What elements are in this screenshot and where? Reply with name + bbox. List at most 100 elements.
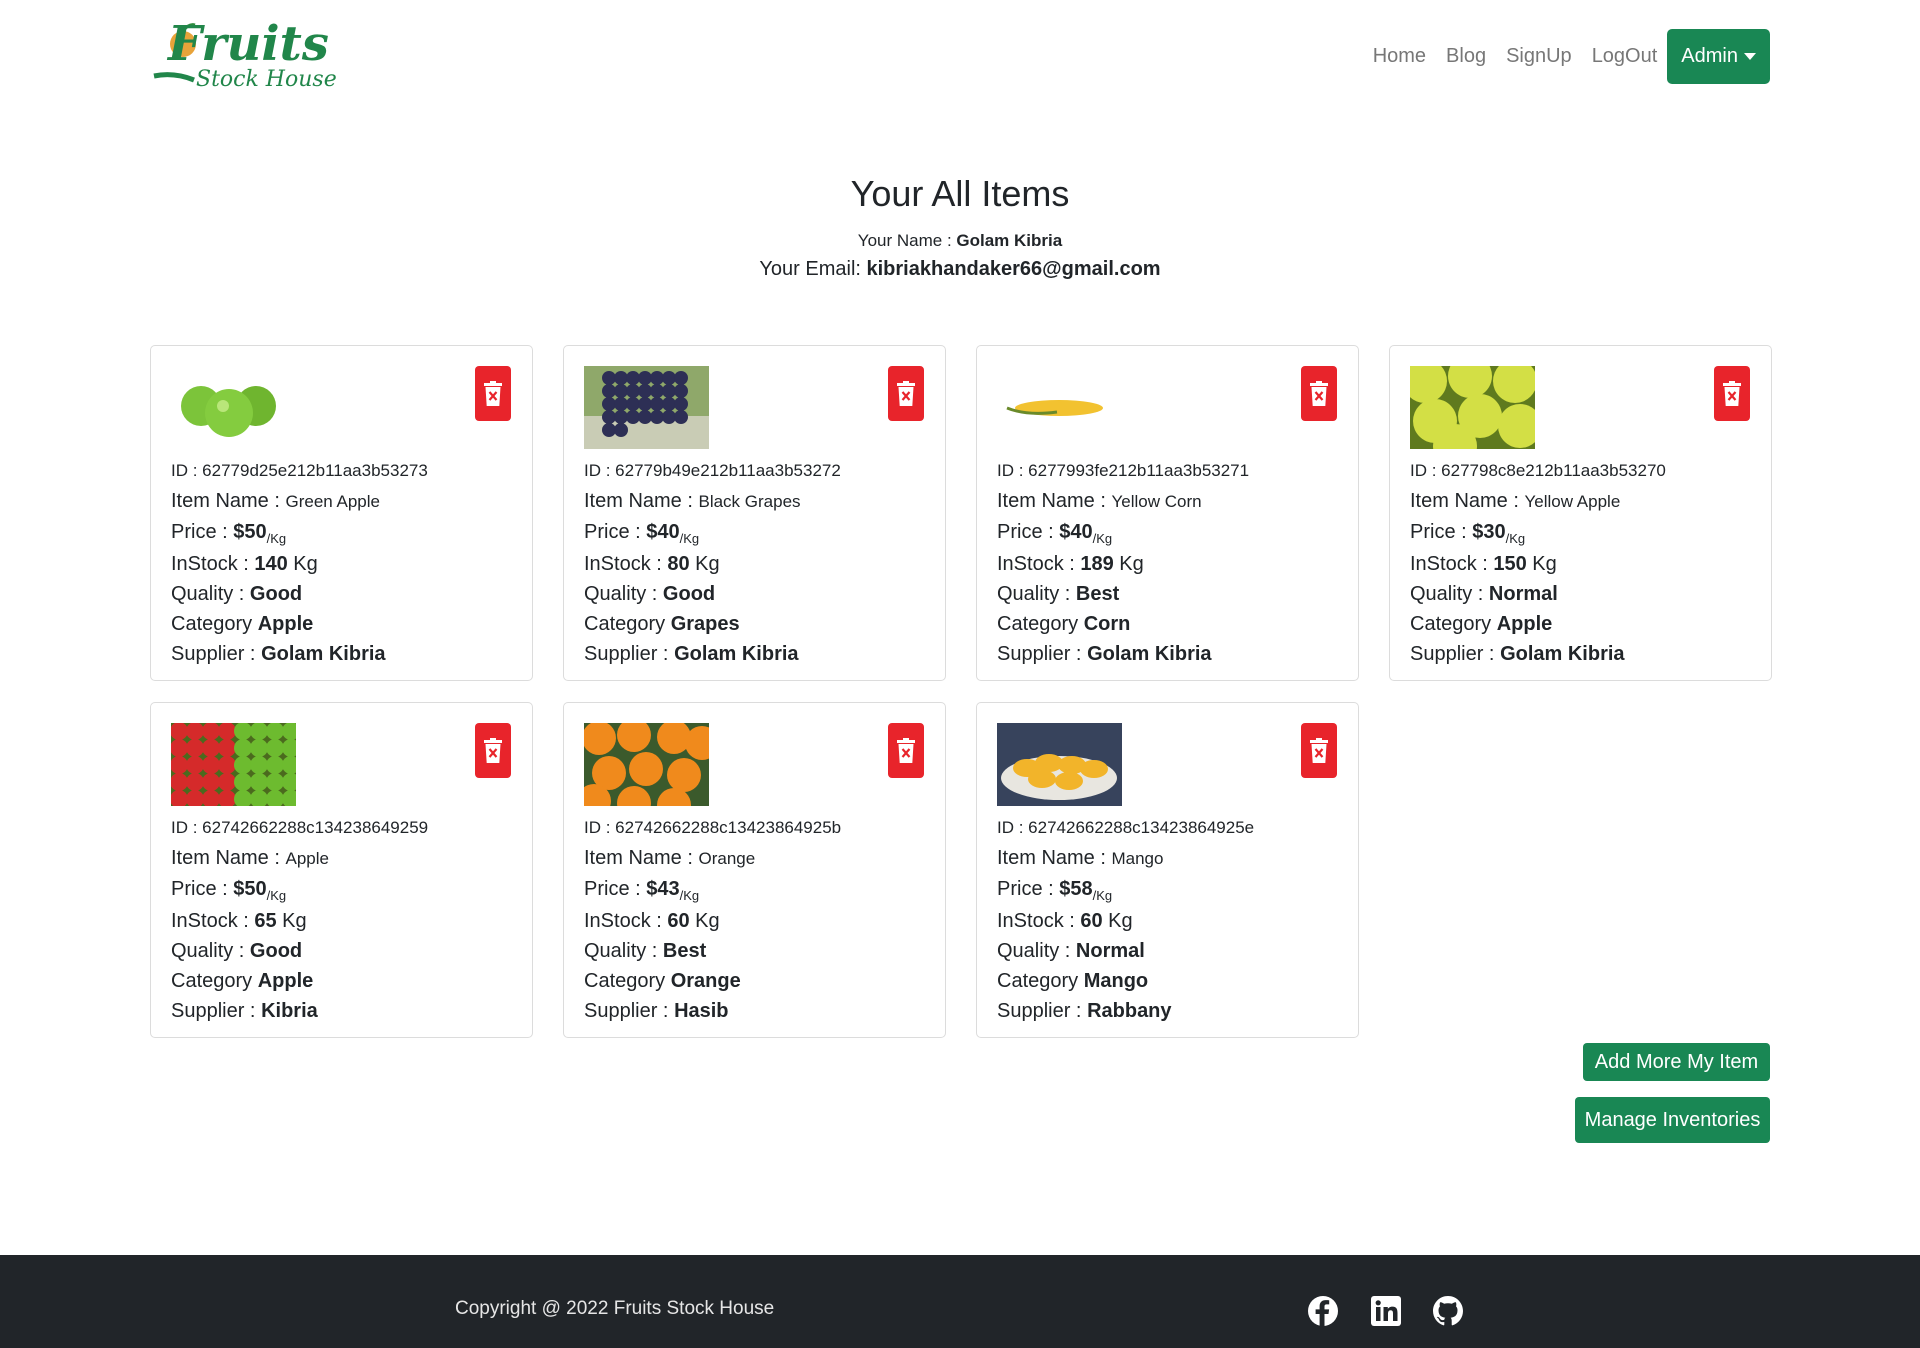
instock-label: InStock : [171,553,255,575]
item-card: ID : 627798c8e212b11aa3b53270 Item Name … [1389,345,1772,681]
delete-button[interactable] [1301,366,1337,421]
item-image-oranges [584,723,709,806]
nav-signup[interactable]: SignUp [1506,45,1572,68]
category-label: Category [171,613,258,635]
item-image-yellow-apple [1410,366,1535,449]
id-label: ID : [171,461,203,480]
delete-button[interactable] [475,366,511,421]
item-name-line: Item Name : Yellow Apple [1410,486,1751,517]
item-quality: Good [249,940,303,962]
item-supplier-line: Supplier : Golam Kibria [997,639,1338,669]
category-label: Category [997,613,1084,635]
item-price-line: Price : $58/Kg [997,874,1338,906]
item-category-line: Category Orange [584,966,925,996]
item-price-line: Price : $40/Kg [584,517,925,549]
admin-label: Admin [1681,45,1738,67]
id-label: ID : [584,461,616,480]
supplier-label: Supplier : [997,1000,1088,1022]
email-label: Your Email: [759,258,867,280]
item-name-label: Item Name : [1410,490,1525,512]
item-price: $43 [646,878,680,900]
item-id-line: ID : 62779d25e212b11aa3b53273 [171,456,512,486]
facebook-icon[interactable] [1307,1295,1339,1327]
svg-text:Stock House: Stock House [196,67,337,92]
delete-button[interactable] [1301,723,1337,778]
category-label: Category [997,970,1084,992]
nav-home[interactable]: Home [1373,45,1426,68]
item-name-label: Item Name : [171,847,286,869]
id-label: ID : [584,818,616,837]
price-label: Price : [584,878,647,900]
item-instock-line: InStock : 189 Kg [997,549,1338,579]
item-price: $50 [233,521,267,543]
trash-icon [1723,380,1741,406]
item-instock: 189 [1080,553,1114,575]
item-card: ID : 62742662288c13423864925e Item Name … [976,702,1359,1038]
trash-icon [484,737,502,763]
item-card: ID : 6277993fe212b11aa3b53271 Item Name … [976,345,1359,681]
instock-label: InStock : [584,553,668,575]
item-name-line: Item Name : Apple [171,843,512,874]
supplier-label: Supplier : [584,643,675,665]
manage-inventories-button[interactable]: Manage Inventories [1575,1097,1770,1143]
item-image-mixed-apples [171,723,296,806]
instock-unit: Kg [1102,910,1133,932]
item-instock: 60 [1080,910,1103,932]
admin-dropdown-button[interactable]: Admin [1667,29,1770,84]
item-name-label: Item Name : [584,490,699,512]
item-category-line: Category Apple [1410,609,1751,639]
quality-label: Quality : [171,940,250,962]
item-supplier: Golam Kibria [1087,643,1212,665]
item-id-line: ID : 62742662288c13423864925b [584,813,925,843]
item-instock: 60 [667,910,690,932]
item-instock: 140 [254,553,288,575]
linkedin-icon[interactable] [1370,1295,1402,1327]
item-instock-line: InStock : 150 Kg [1410,549,1751,579]
item-quality: Normal [1488,583,1558,605]
user-name: Golam Kibria [956,231,1063,250]
item-name: Yellow Apple [1524,492,1621,511]
footer: Copyright @ 2022 Fruits Stock House [0,1255,1920,1348]
item-name-line: Item Name : Yellow Corn [997,486,1338,517]
item-name-line: Item Name : Mango [997,843,1338,874]
item-category-line: Category Grapes [584,609,925,639]
github-icon[interactable] [1432,1295,1464,1327]
instock-unit: Kg [689,553,720,575]
item-price-line: Price : $50/Kg [171,517,512,549]
item-price-line: Price : $40/Kg [997,517,1338,549]
item-supplier: Kibria [261,1000,318,1022]
item-category-line: Category Apple [171,966,512,996]
item-name-line: Item Name : Green Apple [171,486,512,517]
fruits-stock-house-logo[interactable]: Fruits Stock House [150,16,360,92]
item-supplier: Rabbany [1087,1000,1172,1022]
instock-unit: Kg [276,910,307,932]
delete-button[interactable] [888,366,924,421]
price-unit: /Kg [679,888,700,903]
delete-button[interactable] [475,723,511,778]
supplier-label: Supplier : [171,1000,262,1022]
item-id: 627798c8e212b11aa3b53270 [1441,461,1666,480]
item-name: Orange [698,849,756,868]
supplier-label: Supplier : [584,1000,675,1022]
item-instock: 150 [1493,553,1527,575]
item-card: ID : 62779d25e212b11aa3b53273 Item Name … [150,345,533,681]
instock-unit: Kg [1526,553,1557,575]
item-id: 6277993fe212b11aa3b53271 [1028,461,1250,480]
trash-icon [1310,737,1328,763]
instock-unit: Kg [287,553,318,575]
item-name-label: Item Name : [171,490,286,512]
delete-button[interactable] [888,723,924,778]
caret-down-icon [1744,53,1756,60]
nav-logout[interactable]: LogOut [1592,45,1658,68]
item-name: Black Grapes [698,492,801,511]
item-price: $40 [1059,521,1093,543]
nav-blog[interactable]: Blog [1446,45,1486,68]
item-quality-line: Quality : Good [171,936,512,966]
quality-label: Quality : [584,583,663,605]
item-category-line: Category Mango [997,966,1338,996]
quality-label: Quality : [997,940,1076,962]
item-price: $30 [1472,521,1506,543]
id-label: ID : [171,818,203,837]
delete-button[interactable] [1714,366,1750,421]
add-more-item-button[interactable]: Add More My Item [1583,1043,1770,1081]
